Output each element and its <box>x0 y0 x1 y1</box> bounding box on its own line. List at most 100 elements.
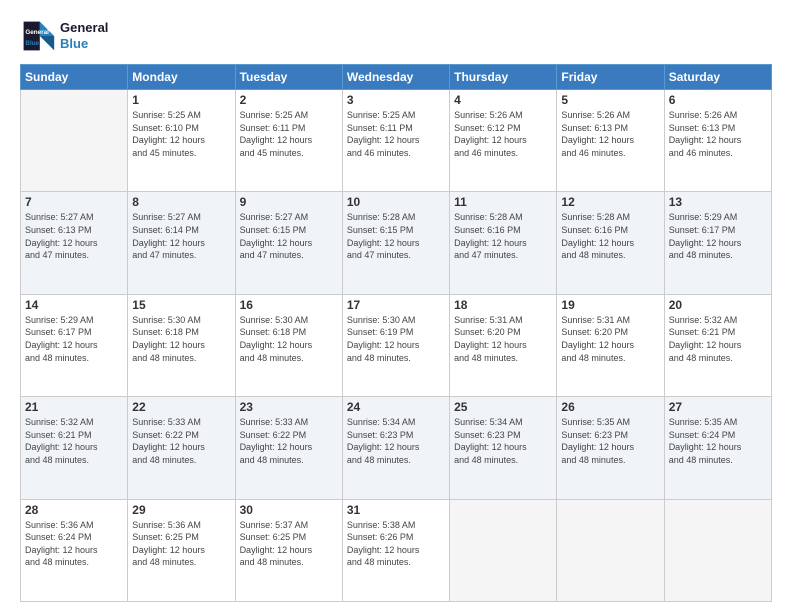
calendar-cell: 24 Sunrise: 5:34 AM Sunset: 6:23 PM Dayli… <box>342 397 449 499</box>
day-number: 26 <box>561 400 659 414</box>
day-number: 6 <box>669 93 767 107</box>
calendar-cell: 14 Sunrise: 5:29 AM Sunset: 6:17 PM Dayli… <box>21 294 128 396</box>
day-number: 1 <box>132 93 230 107</box>
day-number: 20 <box>669 298 767 312</box>
day-header-monday: Monday <box>128 65 235 90</box>
logo: General Blue General Blue <box>20 18 108 54</box>
calendar-cell: 20 Sunrise: 5:32 AM Sunset: 6:21 PM Dayli… <box>664 294 771 396</box>
calendar-cell: 22Sunrise: 5:33 AM Sunset: 6:22 PM Dayli… <box>128 397 235 499</box>
svg-text:General: General <box>25 29 49 36</box>
day-info: Sunrise: 5:32 AM Sunset: 6:21 PM Dayligh… <box>25 416 123 466</box>
day-info: Sunrise: 5:31 AM Sunset: 6:20 PM Dayligh… <box>561 314 659 364</box>
calendar-week-row: 21 Sunrise: 5:32 AM Sunset: 6:21 PM Dayli… <box>21 397 772 499</box>
calendar-table: SundayMondayTuesdayWednesdayThursdayFrid… <box>20 64 772 602</box>
calendar-cell <box>450 499 557 601</box>
day-info: Sunrise: 5:31 AM Sunset: 6:20 PM Dayligh… <box>454 314 552 364</box>
calendar-cell: 4 Sunrise: 5:26 AM Sunset: 6:12 PM Daylig… <box>450 90 557 192</box>
calendar-cell: 1 Sunrise: 5:25 AM Sunset: 6:10 PM Daylig… <box>128 90 235 192</box>
calendar-cell: 8 Sunrise: 5:27 AM Sunset: 6:14 PM Daylig… <box>128 192 235 294</box>
calendar-cell: 23Sunrise: 5:33 AM Sunset: 6:22 PM Dayli… <box>235 397 342 499</box>
calendar-cell: 15 Sunrise: 5:30 AM Sunset: 6:18 PM Dayli… <box>128 294 235 396</box>
day-info: Sunrise: 5:28 AM Sunset: 6:16 PM Dayligh… <box>454 211 552 261</box>
calendar-cell: 29 Sunrise: 5:36 AM Sunset: 6:25 PM Dayli… <box>128 499 235 601</box>
calendar-cell: 11 Sunrise: 5:28 AM Sunset: 6:16 PM Dayli… <box>450 192 557 294</box>
calendar-cell: 7Sunrise: 5:27 AM Sunset: 6:13 PM Daylig… <box>21 192 128 294</box>
day-info: Sunrise: 5:34 AM Sunset: 6:23 PM Dayligh… <box>454 416 552 466</box>
calendar-cell <box>664 499 771 601</box>
calendar-cell: 5 Sunrise: 5:26 AM Sunset: 6:13 PM Daylig… <box>557 90 664 192</box>
day-number: 30 <box>240 503 338 517</box>
day-info: Sunrise: 5:25 AM Sunset: 6:11 PM Dayligh… <box>240 109 338 159</box>
day-number: 3 <box>347 93 445 107</box>
day-number: 27 <box>669 400 767 414</box>
day-header-wednesday: Wednesday <box>342 65 449 90</box>
day-info: Sunrise: 5:32 AM Sunset: 6:21 PM Dayligh… <box>669 314 767 364</box>
calendar-cell: 17 Sunrise: 5:30 AM Sunset: 6:19 PM Dayli… <box>342 294 449 396</box>
day-number: 16 <box>240 298 338 312</box>
day-info: Sunrise: 5:27 AM Sunset: 6:14 PM Dayligh… <box>132 211 230 261</box>
day-number: 17 <box>347 298 445 312</box>
day-header-friday: Friday <box>557 65 664 90</box>
day-info: Sunrise: 5:26 AM Sunset: 6:12 PM Dayligh… <box>454 109 552 159</box>
day-header-saturday: Saturday <box>664 65 771 90</box>
day-info: Sunrise: 5:28 AM Sunset: 6:16 PM Dayligh… <box>561 211 659 261</box>
page: General Blue General Blue SundayMondayTu… <box>0 0 792 612</box>
day-number: 12 <box>561 195 659 209</box>
day-number: 5 <box>561 93 659 107</box>
day-info: Sunrise: 5:30 AM Sunset: 6:19 PM Dayligh… <box>347 314 445 364</box>
day-info: Sunrise: 5:26 AM Sunset: 6:13 PM Dayligh… <box>669 109 767 159</box>
day-info: Sunrise: 5:36 AM Sunset: 6:25 PM Dayligh… <box>132 519 230 569</box>
day-info: Sunrise: 5:29 AM Sunset: 6:17 PM Dayligh… <box>669 211 767 261</box>
calendar-week-row: 1 Sunrise: 5:25 AM Sunset: 6:10 PM Daylig… <box>21 90 772 192</box>
day-number: 25 <box>454 400 552 414</box>
day-number: 14 <box>25 298 123 312</box>
logo-text-line1: General <box>60 20 108 36</box>
day-info: Sunrise: 5:34 AM Sunset: 6:23 PM Dayligh… <box>347 416 445 466</box>
day-info: Sunrise: 5:29 AM Sunset: 6:17 PM Dayligh… <box>25 314 123 364</box>
svg-text:Blue: Blue <box>25 40 39 47</box>
calendar-week-row: 28 Sunrise: 5:36 AM Sunset: 6:24 PM Dayli… <box>21 499 772 601</box>
day-info: Sunrise: 5:36 AM Sunset: 6:24 PM Dayligh… <box>25 519 123 569</box>
calendar-cell: 18Sunrise: 5:31 AM Sunset: 6:20 PM Dayli… <box>450 294 557 396</box>
calendar-cell: 13Sunrise: 5:29 AM Sunset: 6:17 PM Dayli… <box>664 192 771 294</box>
day-info: Sunrise: 5:37 AM Sunset: 6:25 PM Dayligh… <box>240 519 338 569</box>
day-number: 2 <box>240 93 338 107</box>
calendar-cell: 9 Sunrise: 5:27 AM Sunset: 6:15 PM Daylig… <box>235 192 342 294</box>
header: General Blue General Blue <box>20 18 772 54</box>
day-header-tuesday: Tuesday <box>235 65 342 90</box>
day-number: 10 <box>347 195 445 209</box>
calendar-cell <box>557 499 664 601</box>
calendar-cell: 26 Sunrise: 5:35 AM Sunset: 6:23 PM Dayli… <box>557 397 664 499</box>
day-number: 21 <box>25 400 123 414</box>
calendar-header-row: SundayMondayTuesdayWednesdayThursdayFrid… <box>21 65 772 90</box>
calendar-week-row: 14 Sunrise: 5:29 AM Sunset: 6:17 PM Dayli… <box>21 294 772 396</box>
day-number: 8 <box>132 195 230 209</box>
day-info: Sunrise: 5:25 AM Sunset: 6:11 PM Dayligh… <box>347 109 445 159</box>
day-info: Sunrise: 5:27 AM Sunset: 6:15 PM Dayligh… <box>240 211 338 261</box>
day-number: 28 <box>25 503 123 517</box>
calendar-cell: 2 Sunrise: 5:25 AM Sunset: 6:11 PM Daylig… <box>235 90 342 192</box>
day-info: Sunrise: 5:35 AM Sunset: 6:23 PM Dayligh… <box>561 416 659 466</box>
day-number: 22 <box>132 400 230 414</box>
logo-icon: General Blue <box>20 18 56 54</box>
calendar-cell: 16 Sunrise: 5:30 AM Sunset: 6:18 PM Dayli… <box>235 294 342 396</box>
day-info: Sunrise: 5:26 AM Sunset: 6:13 PM Dayligh… <box>561 109 659 159</box>
day-info: Sunrise: 5:38 AM Sunset: 6:26 PM Dayligh… <box>347 519 445 569</box>
day-number: 7 <box>25 195 123 209</box>
day-info: Sunrise: 5:33 AM Sunset: 6:22 PM Dayligh… <box>240 416 338 466</box>
logo-text-line2: Blue <box>60 36 108 52</box>
day-number: 19 <box>561 298 659 312</box>
day-info: Sunrise: 5:25 AM Sunset: 6:10 PM Dayligh… <box>132 109 230 159</box>
day-number: 31 <box>347 503 445 517</box>
day-info: Sunrise: 5:30 AM Sunset: 6:18 PM Dayligh… <box>240 314 338 364</box>
day-number: 29 <box>132 503 230 517</box>
day-info: Sunrise: 5:30 AM Sunset: 6:18 PM Dayligh… <box>132 314 230 364</box>
day-number: 9 <box>240 195 338 209</box>
day-number: 15 <box>132 298 230 312</box>
day-number: 4 <box>454 93 552 107</box>
day-number: 24 <box>347 400 445 414</box>
calendar-cell: 25 Sunrise: 5:34 AM Sunset: 6:23 PM Dayli… <box>450 397 557 499</box>
calendar-cell: 27Sunrise: 5:35 AM Sunset: 6:24 PM Dayli… <box>664 397 771 499</box>
day-info: Sunrise: 5:28 AM Sunset: 6:15 PM Dayligh… <box>347 211 445 261</box>
day-number: 11 <box>454 195 552 209</box>
